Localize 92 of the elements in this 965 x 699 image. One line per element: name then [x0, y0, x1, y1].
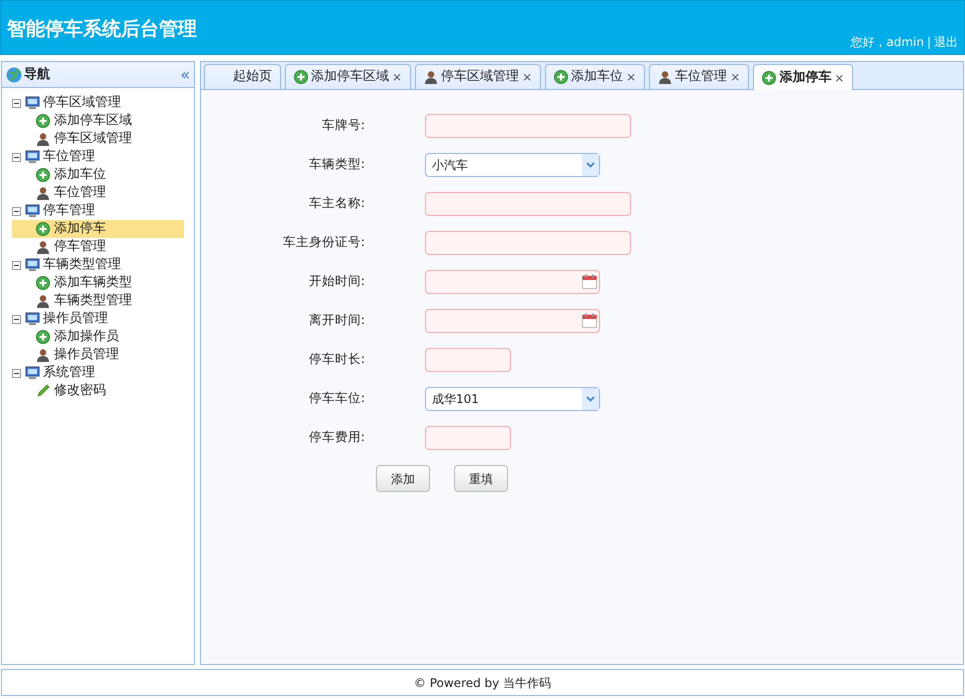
tab[interactable]: 起始页 — [204, 64, 281, 89]
field-label: 停车时长: — [308, 350, 366, 368]
close-icon[interactable]: × — [834, 68, 844, 86]
tab[interactable]: 车位管理 × — [649, 64, 750, 89]
app-title: 智能停车系统后台管理 — [7, 17, 197, 42]
field-label: 离开时间: — [308, 311, 366, 330]
collapse-toggle-icon[interactable] — [12, 152, 21, 162]
plus-circle-icon — [36, 330, 50, 344]
dropdown[interactable]: 成华101 — [425, 386, 600, 410]
plus-circle-icon — [294, 70, 308, 84]
plus-circle-icon — [36, 114, 50, 128]
footer-text: © Powered by 当牛作码 — [1, 669, 964, 696]
selected-row[interactable]: 添加停车 — [12, 220, 184, 238]
dropdown[interactable]: 小汽车 — [425, 152, 600, 176]
tab[interactable]: 添加车位 × — [545, 64, 646, 89]
form-button[interactable]: 添加 — [376, 465, 430, 492]
collapse-toggle-icon[interactable] — [12, 368, 21, 378]
close-icon[interactable]: × — [392, 68, 402, 86]
field-label: 车主身份证号: — [282, 233, 366, 252]
close-icon[interactable]: × — [626, 68, 636, 86]
tree-item[interactable]: 停车区域管理 — [54, 129, 132, 149]
input-field[interactable] — [425, 114, 631, 138]
tree-node[interactable]: 操作员管理 — [43, 309, 108, 329]
separator-text: | — [926, 34, 931, 51]
field-label: 停车费用: — [308, 428, 366, 446]
tree-item[interactable]: 车位管理 — [54, 183, 106, 203]
close-icon[interactable]: × — [522, 68, 532, 86]
tree-item[interactable]: 添加停车区域 — [54, 111, 132, 131]
computer-icon — [25, 366, 40, 380]
tree-node[interactable]: 车辆类型管理 — [43, 255, 121, 275]
collapse-button[interactable]: « — [180, 66, 190, 82]
person-icon — [36, 132, 50, 146]
input-field[interactable] — [425, 192, 631, 216]
person-icon — [36, 294, 50, 308]
input-field[interactable] — [425, 348, 511, 372]
collapse-toggle-icon[interactable] — [12, 98, 21, 108]
tab-label: 添加停车区域 — [311, 68, 389, 86]
plus-circle-icon — [36, 222, 50, 236]
greeting-text: 您好，admin — [850, 34, 924, 51]
collapse-toggle-icon[interactable] — [12, 260, 21, 270]
globe-icon — [6, 66, 22, 82]
tab[interactable]: 添加停车 × — [753, 64, 854, 90]
tree-item[interactable]: 停车管理 — [54, 237, 106, 257]
tree-item[interactable]: 添加车位 — [54, 165, 106, 185]
date-field[interactable] — [425, 270, 600, 294]
tree-node[interactable]: 系统管理 — [43, 363, 95, 383]
close-icon[interactable]: × — [730, 68, 740, 86]
field-label: 开始时间: — [308, 272, 366, 290]
tab-label: 停车区域管理 — [441, 68, 520, 86]
tree-node[interactable]: 停车区域管理 — [43, 93, 121, 113]
input-field[interactable] — [425, 426, 511, 450]
plus-circle-icon — [554, 70, 568, 84]
form-button[interactable]: 重填 — [454, 465, 508, 492]
tree-item[interactable]: 添加停车 — [54, 219, 106, 239]
tree-item[interactable]: 修改密码 — [54, 381, 106, 401]
computer-icon — [25, 258, 40, 272]
tree-item[interactable]: 添加车辆类型 — [54, 273, 132, 293]
date-field[interactable] — [425, 308, 600, 332]
plus-circle-icon — [762, 70, 776, 84]
panel-title: 导航 — [24, 66, 50, 84]
collapse-toggle-icon[interactable] — [12, 314, 21, 324]
person-icon — [36, 240, 50, 254]
tab-label: 添加停车 — [779, 68, 832, 87]
field-label: 停车车位: — [308, 389, 366, 408]
person-icon — [424, 70, 438, 84]
tab[interactable]: 停车区域管理 × — [415, 64, 542, 89]
collapse-toggle-icon[interactable] — [12, 206, 21, 216]
calendar-icon[interactable] — [582, 274, 597, 289]
person-icon — [36, 348, 50, 362]
computer-icon — [25, 96, 40, 110]
pencil-icon — [36, 384, 50, 398]
tree-item[interactable]: 操作员管理 — [54, 345, 119, 365]
tab-label: 车位管理 — [675, 68, 728, 86]
tree-item[interactable]: 车辆类型管理 — [54, 291, 132, 311]
person-icon — [36, 186, 50, 200]
plus-circle-icon — [36, 168, 50, 182]
computer-icon — [25, 204, 40, 218]
tree-node[interactable]: 车位管理 — [43, 147, 95, 167]
tab[interactable]: 添加停车区域 × — [285, 64, 412, 89]
plus-circle-icon — [36, 276, 50, 290]
computer-icon — [25, 150, 40, 164]
tree-item[interactable]: 添加操作员 — [54, 327, 119, 347]
tab-label: 添加车位 — [571, 68, 624, 86]
person-icon — [658, 70, 672, 84]
tab-label: 起始页 — [233, 68, 272, 86]
field-label: 车辆类型: — [308, 155, 366, 174]
input-field[interactable] — [425, 230, 631, 254]
calendar-icon[interactable] — [582, 313, 597, 328]
field-label: 车牌号: — [320, 116, 366, 134]
computer-icon — [25, 312, 40, 326]
field-label: 车主名称: — [308, 194, 366, 212]
tree-node[interactable]: 停车管理 — [43, 201, 95, 221]
